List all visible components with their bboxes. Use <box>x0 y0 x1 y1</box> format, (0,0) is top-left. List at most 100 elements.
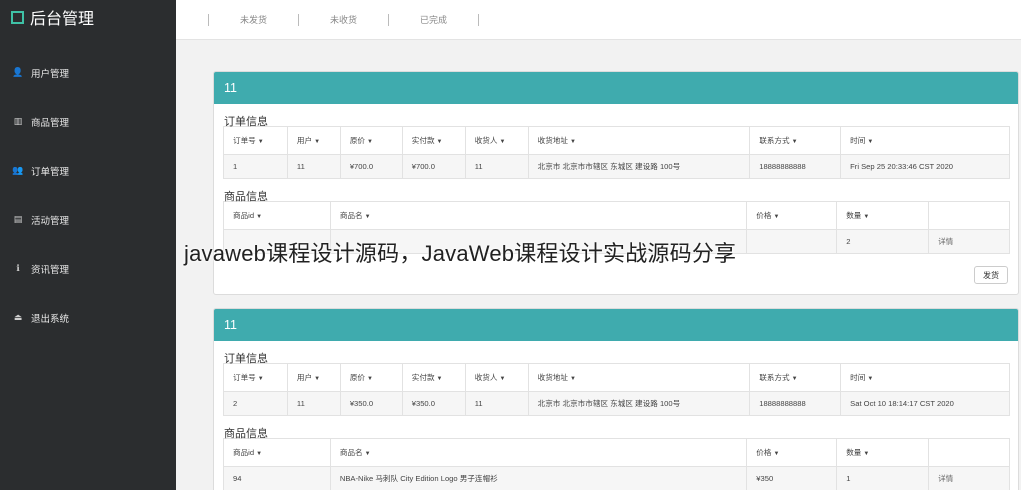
sidebar-item-orders[interactable]: 👥 订单管理 <box>0 146 176 195</box>
sidebar-item-news[interactable]: ℹ 资讯管理 <box>0 244 176 293</box>
order-info-title: 订单信息 <box>224 116 268 128</box>
sidebar: 后台管理 👤 用户管理 ▥ 商品管理 👥 订单管理 ▤ 活动管理 ℹ 资讯管理 … <box>0 0 176 490</box>
goods-id: 94 <box>223 466 331 490</box>
order-receiver: 11 <box>464 154 529 179</box>
sidebar-nav: 👤 用户管理 ▥ 商品管理 👥 订单管理 ▤ 活动管理 ℹ 资讯管理 ⏏ 退出系… <box>0 48 176 342</box>
sidebar-item-label: 资讯管理 <box>31 264 70 276</box>
order-paid: ¥700.0 <box>401 154 466 179</box>
table-row: 1 11 ¥700.0 ¥700.0 11 北京市 北京市市辖区 东城区 建设路… <box>223 154 1010 179</box>
col-header[interactable]: 原价 ▼ <box>339 126 403 155</box>
order-id: 1 <box>223 154 288 179</box>
order-table: 订单号 ▼ 用户 ▼ 原价 ▼ 实付款 ▼ 收货人 ▼ 收货地址 ▼ 联系方式 ▼ 时间 ▼ 1… <box>223 126 1010 179</box>
caret-down-icon: ▼ <box>436 139 443 145</box>
order-time: Sat Oct 10 18:14:17 CST 2020 <box>840 391 1010 416</box>
database-icon: ▤ <box>13 214 23 224</box>
tab-unreceived[interactable]: 未收货 <box>299 13 388 26</box>
col-header[interactable]: 用户 ▼ <box>286 363 341 392</box>
col-header <box>928 438 1010 467</box>
caret-down-icon: ▼ <box>367 376 373 382</box>
goods-info-title: 商品信息 <box>224 428 268 440</box>
sidebar-item-label: 订单管理 <box>31 166 70 178</box>
col-header[interactable]: 商品名 ▼ <box>329 438 748 467</box>
order-phone: 18888888888 <box>749 154 842 179</box>
table-header-row: 商品id ▼ 商品名 ▼ 价格 ▼ 数量 ▼ <box>223 201 1010 230</box>
sidebar-item-goods[interactable]: ▥ 商品管理 <box>0 97 176 146</box>
order-receiver: 11 <box>464 391 529 416</box>
col-header[interactable]: 价格 ▼ <box>746 438 838 467</box>
details-link[interactable]: 详情 <box>928 229 1010 254</box>
col-header[interactable]: 商品名 ▼ <box>329 201 748 230</box>
col-header[interactable]: 商品id ▼ <box>223 201 331 230</box>
col-header[interactable]: 实付款 ▼ <box>401 363 466 392</box>
caret-down-icon: ▼ <box>499 139 506 145</box>
sidebar-item-logout[interactable]: ⏏ 退出系统 <box>0 293 176 342</box>
order-user: 11 <box>286 391 341 416</box>
caret-down-icon: ▼ <box>863 214 870 220</box>
sidebar-item-activities[interactable]: ▤ 活动管理 <box>0 195 176 244</box>
caret-down-icon: ▼ <box>867 376 874 382</box>
col-header[interactable]: 收货地址 ▼ <box>527 363 751 392</box>
order-original-price: ¥350.0 <box>339 391 403 416</box>
tab-divider <box>478 13 479 26</box>
col-header[interactable]: 时间 ▼ <box>840 126 1010 155</box>
order-address: 北京市 北京市市辖区 东城区 建设路 100号 <box>527 154 751 179</box>
order-panel: 11 订单信息 订单号 ▼ 用户 ▼ 原价 ▼ 实付款 ▼ 收货人 ▼ 收货地址 ▼ 联系方… <box>213 308 1019 490</box>
caret-down-icon: ▼ <box>499 376 506 382</box>
caret-down-icon: ▼ <box>364 214 371 220</box>
table-header-row: 商品id ▼ 商品名 ▼ 价格 ▼ 数量 ▼ <box>223 438 1010 467</box>
top-tab-bar: 未发货 未收货 已完成 <box>176 0 1021 40</box>
caret-down-icon: ▼ <box>314 139 321 145</box>
goods-quantity: 2 <box>836 229 930 254</box>
col-header[interactable]: 联系方式 ▼ <box>749 363 842 392</box>
caret-down-icon: ▼ <box>257 139 264 145</box>
bar-chart-icon: ▥ <box>13 116 23 126</box>
table-header-row: 订单号 ▼ 用户 ▼ 原价 ▼ 实付款 ▼ 收货人 ▼ 收货地址 ▼ 联系方式 ▼ 时间 ▼ <box>223 363 1010 392</box>
goods-quantity: 1 <box>836 466 930 490</box>
goods-price: ¥350 <box>746 466 838 490</box>
ship-button[interactable]: 发货 <box>974 266 1008 284</box>
order-panel-title: 11 <box>214 72 1018 104</box>
table-row: 94 NBA-Nike 马刺队 City Edition Logo 男子连帽衫 … <box>223 466 1010 490</box>
goods-price <box>746 229 838 254</box>
col-header[interactable]: 联系方式 ▼ <box>749 126 842 155</box>
col-header[interactable]: 时间 ▼ <box>840 363 1010 392</box>
goods-name: NBA-Nike 马刺队 City Edition Logo 男子连帽衫 <box>329 466 748 490</box>
sidebar-item-label: 活动管理 <box>31 215 70 227</box>
sidebar-item-users[interactable]: 👤 用户管理 <box>0 48 176 97</box>
col-header[interactable]: 数量 ▼ <box>836 438 930 467</box>
col-header[interactable]: 实付款 ▼ <box>401 126 466 155</box>
col-header[interactable]: 收货人 ▼ <box>464 126 529 155</box>
tab-unshipped[interactable]: 未发货 <box>209 13 298 26</box>
eject-icon: ⏏ <box>13 312 23 322</box>
order-original-price: ¥700.0 <box>339 154 403 179</box>
order-id: 2 <box>223 391 288 416</box>
order-table: 订单号 ▼ 用户 ▼ 原价 ▼ 实付款 ▼ 收货人 ▼ 收货地址 ▼ 联系方式 ▼ 时间 ▼ 2… <box>223 363 1010 416</box>
col-header[interactable]: 收货人 ▼ <box>464 363 529 392</box>
col-header[interactable]: 原价 ▼ <box>339 363 403 392</box>
caret-down-icon: ▼ <box>867 139 874 145</box>
caret-down-icon: ▼ <box>569 139 576 145</box>
tab-completed[interactable]: 已完成 <box>389 13 478 26</box>
order-time: Fri Sep 25 20:33:46 CST 2020 <box>840 154 1010 179</box>
caret-down-icon: ▼ <box>367 139 373 145</box>
caret-down-icon: ▼ <box>791 139 798 145</box>
col-header[interactable]: 商品id ▼ <box>223 438 331 467</box>
details-link[interactable]: 详情 <box>928 466 1010 490</box>
order-panel-title: 11 <box>214 309 1018 341</box>
table-row: 2 11 ¥350.0 ¥350.0 11 北京市 北京市市辖区 东城区 建设路… <box>223 391 1010 416</box>
goods-info-title: 商品信息 <box>224 191 268 203</box>
col-header[interactable]: 价格 ▼ <box>746 201 838 230</box>
col-header[interactable]: 订单号 ▼ <box>223 126 288 155</box>
col-header[interactable]: 用户 ▼ <box>286 126 341 155</box>
sidebar-item-label: 退出系统 <box>31 313 70 325</box>
order-address: 北京市 北京市市辖区 东城区 建设路 100号 <box>527 391 751 416</box>
col-header[interactable]: 收货地址 ▼ <box>527 126 751 155</box>
col-header[interactable]: 订单号 ▼ <box>223 363 288 392</box>
logo-square-icon <box>11 10 24 24</box>
caret-down-icon: ▼ <box>314 376 321 382</box>
order-info-title: 订单信息 <box>224 353 268 365</box>
caret-down-icon: ▼ <box>436 376 443 382</box>
caret-down-icon: ▼ <box>257 376 264 382</box>
col-header[interactable]: 数量 ▼ <box>836 201 930 230</box>
sidebar-item-label: 商品管理 <box>31 117 70 129</box>
